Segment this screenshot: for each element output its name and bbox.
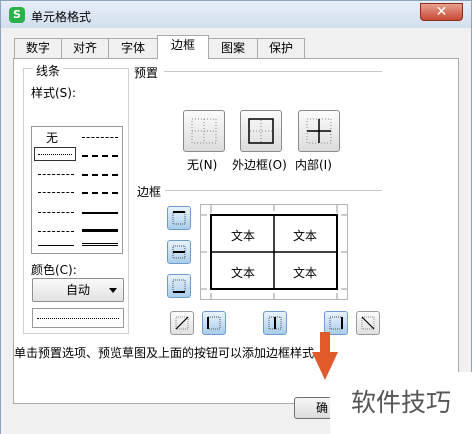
line-style-list[interactable]: 无 xyxy=(31,126,123,254)
tab-number[interactable]: 数字 xyxy=(14,38,62,58)
hint-text: 单击预置选项、预览草图及上面的按钮可以添加边框样式。 xyxy=(14,346,327,360)
border-group-title: 边框 xyxy=(137,183,162,200)
border-left-button[interactable] xyxy=(202,311,226,335)
border-inside-horizontal-icon xyxy=(172,245,186,259)
border-inside-vertical-icon xyxy=(268,316,282,330)
diagonal-down-icon xyxy=(361,316,375,330)
ok-button-label: 确 xyxy=(315,401,328,415)
preset-inside-icon xyxy=(306,118,332,144)
line-style-option[interactable] xyxy=(82,212,118,214)
preset-inside-button[interactable] xyxy=(298,110,340,152)
border-right-icon xyxy=(329,316,343,330)
line-style-option[interactable] xyxy=(82,229,118,232)
style-label: 样式(S): xyxy=(31,84,77,101)
line-style-option[interactable] xyxy=(82,192,118,194)
border-inside-horizontal-button[interactable] xyxy=(167,240,191,264)
border-diagonal-down-button[interactable] xyxy=(356,311,380,335)
border-bottom-icon xyxy=(172,279,186,293)
color-label: 颜色(C): xyxy=(31,261,77,278)
line-style-option[interactable] xyxy=(82,243,118,246)
line-style-option[interactable] xyxy=(38,192,74,193)
preview-grid xyxy=(201,205,347,299)
line-style-option[interactable] xyxy=(38,231,74,232)
preset-inside-label: 内部(I) xyxy=(295,158,332,172)
preset-none-label: 无(N) xyxy=(187,158,218,172)
dialog-title: 单元格格式 xyxy=(31,10,92,24)
diagonal-up-icon xyxy=(175,316,189,330)
preview-cell-text: 文本 xyxy=(231,266,256,280)
chevron-down-icon xyxy=(109,288,117,293)
close-button[interactable]: ✕ xyxy=(420,3,463,21)
border-bottom-button[interactable] xyxy=(167,274,191,298)
preset-outline-button[interactable] xyxy=(240,110,282,152)
border-preview[interactable]: 文本 文本 文本 文本 xyxy=(200,204,348,300)
preset-none-button[interactable] xyxy=(183,110,225,152)
border-top-button[interactable] xyxy=(167,206,191,230)
line-style-option[interactable] xyxy=(82,174,118,176)
tab-pattern[interactable]: 图案 xyxy=(208,38,258,58)
title-bar: S 单元格格式 ✕ xyxy=(0,0,472,28)
color-preview xyxy=(32,308,124,328)
color-value: 自动 xyxy=(65,283,90,297)
line-style-option[interactable] xyxy=(38,174,74,175)
tab-protection[interactable]: 保护 xyxy=(257,38,305,58)
app-icon: S xyxy=(9,7,25,23)
line-style-option[interactable] xyxy=(38,212,74,213)
line-style-option[interactable] xyxy=(82,137,118,138)
preset-outline-icon xyxy=(248,118,274,144)
line-style-selected[interactable] xyxy=(34,147,76,161)
preset-group-title: 预置 xyxy=(134,64,159,81)
tab-alignment[interactable]: 对齐 xyxy=(61,38,109,58)
line-group-title: 线条 xyxy=(33,62,64,79)
tab-border[interactable]: 边框 xyxy=(157,35,209,59)
line-style-none[interactable]: 无 xyxy=(46,129,58,146)
border-top-icon xyxy=(172,211,186,225)
line-style-option[interactable] xyxy=(38,245,74,246)
preset-outline-label: 外边框(O) xyxy=(232,158,287,172)
preview-cell-text: 文本 xyxy=(293,229,318,243)
line-style-option[interactable] xyxy=(82,155,118,157)
tab-font[interactable]: 字体 xyxy=(108,38,158,58)
preview-cell-text: 文本 xyxy=(293,266,318,280)
border-diagonal-up-button[interactable] xyxy=(170,311,194,335)
border-left-icon xyxy=(207,316,221,330)
border-divider xyxy=(165,190,382,191)
preset-none-icon xyxy=(191,118,217,144)
color-dropdown[interactable]: 自动 xyxy=(32,278,124,302)
preview-cell-text: 文本 xyxy=(231,229,256,243)
watermark: 软件技巧 xyxy=(330,372,472,434)
preset-divider xyxy=(164,71,382,72)
border-inside-vertical-button[interactable] xyxy=(263,311,287,335)
